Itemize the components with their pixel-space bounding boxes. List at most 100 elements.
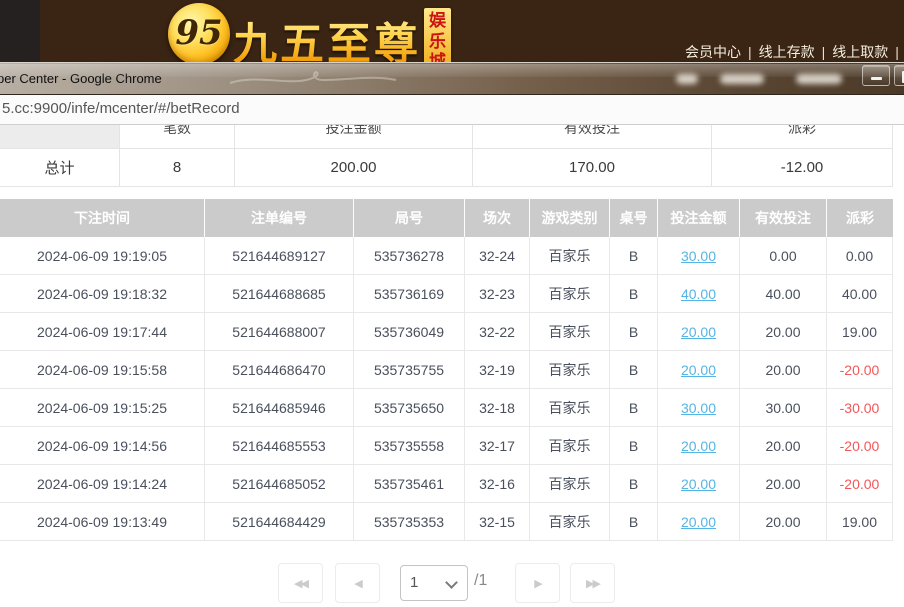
summary-header-row: 笔数投注金额有效投注派彩 [0, 125, 893, 149]
cell-game-type: 百家乐 [530, 351, 610, 388]
cell-bet-amount: 30.00 [658, 389, 740, 426]
bet-header-cell-session: 场次 [465, 199, 530, 237]
cell-bet-id: 521644688007 [205, 313, 354, 350]
cell-game-type: 百家乐 [530, 503, 610, 540]
table-row: 2024-06-09 19:15:58521644686470535735755… [0, 351, 893, 389]
cell-game-type: 百家乐 [530, 237, 610, 274]
cell-bet-id: 521644686470 [205, 351, 354, 388]
nav-item[interactable]: 会员中心 [685, 44, 741, 60]
summary-total-label: 总计 [0, 149, 120, 186]
cell-time: 2024-06-09 19:13:49 [0, 503, 205, 540]
bet-header-cell-time: 下注时间 [0, 199, 205, 237]
cell-payout: -20.00 [827, 427, 893, 464]
bet-amount-link[interactable]: 30.00 [681, 248, 716, 264]
cell-table-no: B [610, 503, 658, 540]
maximize-button[interactable] [894, 65, 904, 86]
cell-game-type: 百家乐 [530, 465, 610, 502]
cell-bet-amount: 40.00 [658, 275, 740, 312]
cell-bet-id: 521644689127 [205, 237, 354, 274]
cell-game-type: 百家乐 [530, 427, 610, 464]
nav-separator: | [895, 44, 899, 60]
bet-amount-link[interactable]: 40.00 [681, 286, 716, 302]
cell-payout: -30.00 [827, 389, 893, 426]
bet-header-cell-bet-id: 注单编号 [205, 199, 354, 237]
summary-header-cell: 派彩 [712, 125, 893, 148]
url-text: 5.cc:9900/infe/mcenter/#/betRecord [2, 100, 240, 117]
blurred-account-info [720, 74, 764, 84]
table-row: 2024-06-09 19:13:49521644684429535735353… [0, 503, 893, 541]
cell-payout: 19.00 [827, 313, 893, 350]
cell-payout: 19.00 [827, 503, 893, 540]
bet-header-cell-game-type: 游戏类别 [530, 199, 610, 237]
cell-table-no: B [610, 389, 658, 426]
cell-round-id: 535735461 [354, 465, 465, 502]
cell-round-id: 535735650 [354, 389, 465, 426]
blurred-account-info [676, 74, 698, 84]
logo-flourish-decoration [228, 68, 398, 90]
table-row: 2024-06-09 19:14:56521644685553535735558… [0, 427, 893, 465]
cell-bet-amount: 30.00 [658, 237, 740, 274]
cell-payout: -20.00 [827, 465, 893, 502]
left-arrow-icon: ◀ [354, 577, 360, 590]
cell-session: 32-23 [465, 275, 530, 312]
bet-header-cell-table-no: 桌号 [610, 199, 658, 237]
cell-time: 2024-06-09 19:19:05 [0, 237, 205, 274]
cell-table-no: B [610, 275, 658, 312]
cell-payout: 0.00 [827, 237, 893, 274]
cell-bet-amount: 20.00 [658, 503, 740, 540]
cell-round-id: 535735755 [354, 351, 465, 388]
nav-separator: | [748, 44, 752, 60]
bet-record-page: 笔数投注金额有效投注派彩 总计8200.00170.00-12.00 下注时间注… [0, 125, 904, 595]
cell-valid-bet: 20.00 [740, 351, 827, 388]
minimize-button[interactable] [862, 65, 890, 86]
cell-bet-id: 521644684429 [205, 503, 354, 540]
cell-time: 2024-06-09 19:14:56 [0, 427, 205, 464]
bet-amount-link[interactable]: 20.00 [681, 324, 716, 340]
summary-header-cell: 投注金额 [235, 125, 473, 148]
cell-bet-amount: 20.00 [658, 313, 740, 350]
bet-amount-link[interactable]: 20.00 [681, 476, 716, 492]
cell-time: 2024-06-09 19:14:24 [0, 465, 205, 502]
cell-game-type: 百家乐 [530, 313, 610, 350]
summary-total-value: -12.00 [712, 149, 893, 186]
cell-session: 32-15 [465, 503, 530, 540]
nav-item[interactable]: 线上取款 [832, 44, 888, 60]
blurred-account-info [796, 74, 842, 84]
page-select[interactable]: 1 [400, 565, 468, 601]
cell-table-no: B [610, 351, 658, 388]
cell-round-id: 535735353 [354, 503, 465, 540]
table-row: 2024-06-09 19:19:05521644689127535736278… [0, 237, 893, 275]
double-right-arrow-icon: ▶▶ [586, 577, 599, 590]
bet-header-cell-valid-bet: 有效投注 [740, 199, 827, 237]
brand-badge-char: 娱 [429, 11, 446, 32]
cell-session: 32-24 [465, 237, 530, 274]
nav-item[interactable]: 线上存款 [759, 44, 815, 60]
previous-page-button[interactable]: ◀ [335, 563, 380, 603]
cell-table-no: B [610, 427, 658, 464]
cell-table-no: B [610, 237, 658, 274]
bet-header-cell-payout: 派彩 [827, 199, 893, 237]
summary-total-row: 总计8200.00170.00-12.00 [0, 149, 893, 187]
bet-amount-link[interactable]: 20.00 [681, 362, 716, 378]
cell-time: 2024-06-09 19:15:25 [0, 389, 205, 426]
last-page-button[interactable]: ▶▶ [570, 563, 615, 603]
cell-round-id: 535736169 [354, 275, 465, 312]
bet-amount-link[interactable]: 30.00 [681, 400, 716, 416]
first-page-button[interactable]: ◀◀ [278, 563, 323, 603]
nav-separator: | [822, 44, 826, 60]
table-row: 2024-06-09 19:15:25521644685946535735650… [0, 389, 893, 427]
right-arrow-icon: ▶ [534, 577, 540, 590]
table-row: 2024-06-09 19:14:24521644685052535735461… [0, 465, 893, 503]
browser-address-bar[interactable]: 5.cc:9900/infe/mcenter/#/betRecord [0, 95, 904, 125]
cell-valid-bet: 20.00 [740, 427, 827, 464]
cell-session: 32-19 [465, 351, 530, 388]
summary-total-value: 170.00 [473, 149, 712, 186]
bet-amount-link[interactable]: 20.00 [681, 438, 716, 454]
next-page-button[interactable]: ▶ [515, 563, 560, 603]
summary-header-cell [0, 125, 120, 148]
cell-table-no: B [610, 313, 658, 350]
bet-amount-link[interactable]: 20.00 [681, 514, 716, 530]
logo-coin-monogram: 95 [175, 16, 222, 50]
window-title: per Center - Google Chrome [0, 71, 162, 86]
bet-header-cell-round-id: 局号 [354, 199, 465, 237]
